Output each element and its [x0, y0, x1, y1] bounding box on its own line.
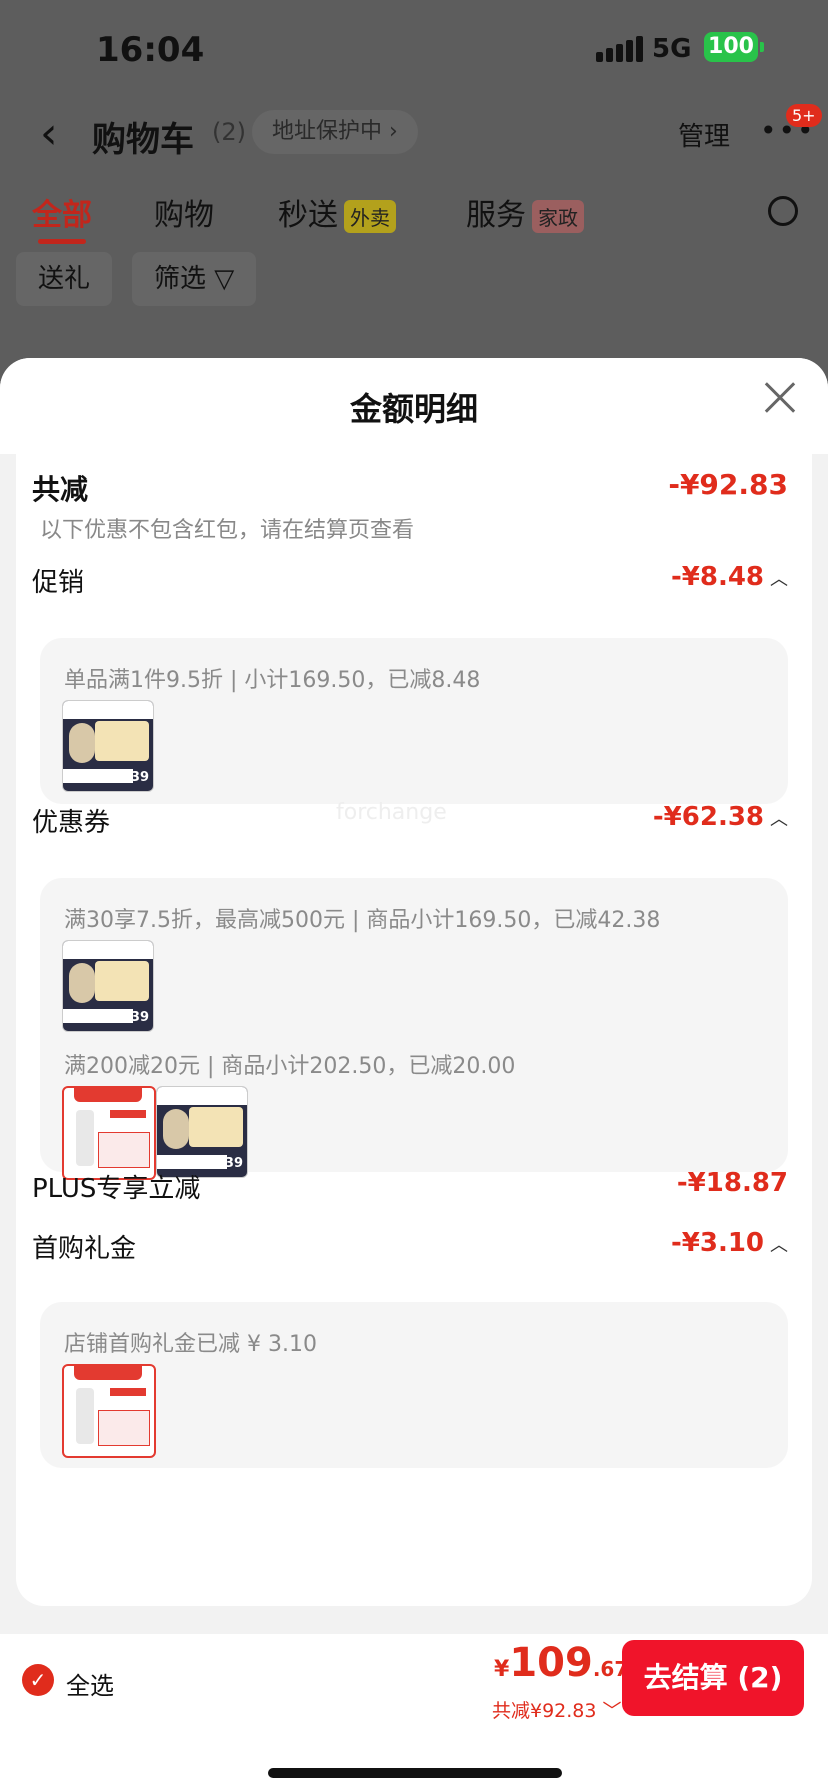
first-purchase-gift-row[interactable]: 首购礼金 -¥3.10 ︿	[32, 1228, 788, 1268]
product-thumbnail[interactable]: 39	[156, 1086, 248, 1178]
product-thumbnail[interactable]: 39	[62, 700, 154, 792]
status-time: 16:04	[96, 30, 205, 70]
total-discount-note: 以下优惠不包含红包，请在结算页查看	[40, 518, 415, 543]
tab-quick-delivery[interactable]: 秒送 外卖	[278, 190, 396, 234]
cart-count: (2)	[212, 118, 246, 146]
total-discount-row: 共减 -¥92.83	[32, 468, 788, 508]
total-discount-label: 共减	[32, 473, 89, 506]
checkout-button[interactable]: 去结算 (2)	[622, 1640, 804, 1716]
amount-detail-sheet: 金额明细 共减 -¥92.83 以下优惠不包含红包，请在结算页查看 促销 -¥8…	[0, 358, 828, 1792]
promo-detail: 单品满1件9.5折 | 小计169.50，已减8.48	[64, 668, 481, 693]
total-price: ¥109.67	[494, 1640, 629, 1686]
total-discount-amount: -¥92.83	[668, 468, 788, 501]
product-thumbnail[interactable]	[62, 1086, 156, 1180]
takeout-tag: 外卖	[344, 200, 396, 233]
coupon-detail-1: 满30享7.5折，最高减500元 | 商品小计169.50，已减42.38	[64, 908, 661, 933]
battery-icon: 100	[704, 32, 764, 62]
first-purchase-gift-label: 首购礼金	[32, 1234, 137, 1264]
promo-row[interactable]: 促销 -¥8.48 ︿	[32, 562, 788, 602]
promo-label: 促销	[32, 568, 85, 598]
back-icon[interactable]: ‹	[40, 108, 58, 159]
sheet-title: 金额明细	[349, 390, 478, 428]
plus-discount-amount: -¥18.87	[676, 1168, 788, 1198]
manage-button[interactable]: 管理	[678, 116, 730, 153]
promo-panel: 单品满1件9.5折 | 小计169.50，已减8.48 39	[40, 638, 788, 804]
tab-shopping[interactable]: 购物	[154, 190, 214, 234]
filter-button[interactable]: 筛选 ▽	[132, 252, 257, 306]
gift-panel: 店铺首购礼金已减 ¥ 3.10	[40, 1302, 788, 1468]
chevron-up-icon: ︿	[770, 1235, 788, 1256]
close-icon[interactable]	[762, 380, 798, 416]
gift-filter-button[interactable]: 送礼	[16, 252, 113, 306]
plus-discount-label: PLUS专享立减	[32, 1174, 201, 1204]
housekeeping-tag: 家政	[532, 200, 584, 233]
signal-icon	[596, 36, 646, 62]
select-all-checkbox[interactable]: ✓	[22, 1664, 54, 1696]
coupon-panel: 满30享7.5折，最高减500元 | 商品小计169.50，已减42.38 39…	[40, 878, 788, 1180]
network-label: 5G	[652, 34, 692, 64]
chevron-up-icon: ︿	[770, 809, 788, 830]
filter-bar: 送礼 筛选 ▽	[0, 252, 828, 308]
page-title: 购物车	[92, 120, 194, 160]
coupon-label: 优惠券	[32, 808, 111, 838]
promo-amount: -¥8.48 ︿	[670, 562, 788, 592]
tab-service[interactable]: 服务 家政	[466, 190, 584, 234]
notification-badge: 5+	[786, 104, 822, 127]
address-protection-button[interactable]: 地址保护中 ›	[252, 110, 418, 154]
total-saved-toggle[interactable]: 共减¥92.83 ﹀	[492, 1696, 622, 1723]
search-icon[interactable]	[768, 196, 798, 226]
discount-card: 共减 -¥92.83 以下优惠不包含红包，请在结算页查看 促销 -¥8.48 ︿ …	[16, 454, 812, 1606]
product-thumbnail[interactable]	[62, 1364, 156, 1458]
first-purchase-gift-amount: -¥3.10 ︿	[670, 1228, 788, 1258]
cart-header: ‹ 购物车 (2) 地址保护中 › 管理 ••• 5+	[0, 100, 828, 170]
coupon-row[interactable]: 优惠券 -¥62.38 ︿	[32, 802, 788, 842]
chevron-down-icon: ﹀	[596, 1700, 622, 1722]
product-thumbnail[interactable]: 39	[62, 940, 154, 1032]
coupon-amount: -¥62.38 ︿	[652, 802, 788, 832]
chevron-up-icon: ︿	[770, 569, 788, 590]
status-bar: 16:04 5G 100	[0, 24, 828, 74]
select-all-label[interactable]: 全选	[66, 1666, 114, 1701]
tab-all[interactable]: 全部	[32, 190, 92, 244]
gift-detail: 店铺首购礼金已减 ¥ 3.10	[64, 1332, 317, 1357]
sheet-header: 金额明细	[0, 358, 828, 454]
plus-discount-row: PLUS专享立减 -¥18.87	[32, 1168, 788, 1208]
category-tabs: 全部 购物 秒送 外卖 服务 家政	[0, 190, 828, 246]
coupon-detail-2: 满200减20元 | 商品小计202.50，已减20.00	[64, 1054, 516, 1079]
home-indicator	[268, 1768, 562, 1778]
